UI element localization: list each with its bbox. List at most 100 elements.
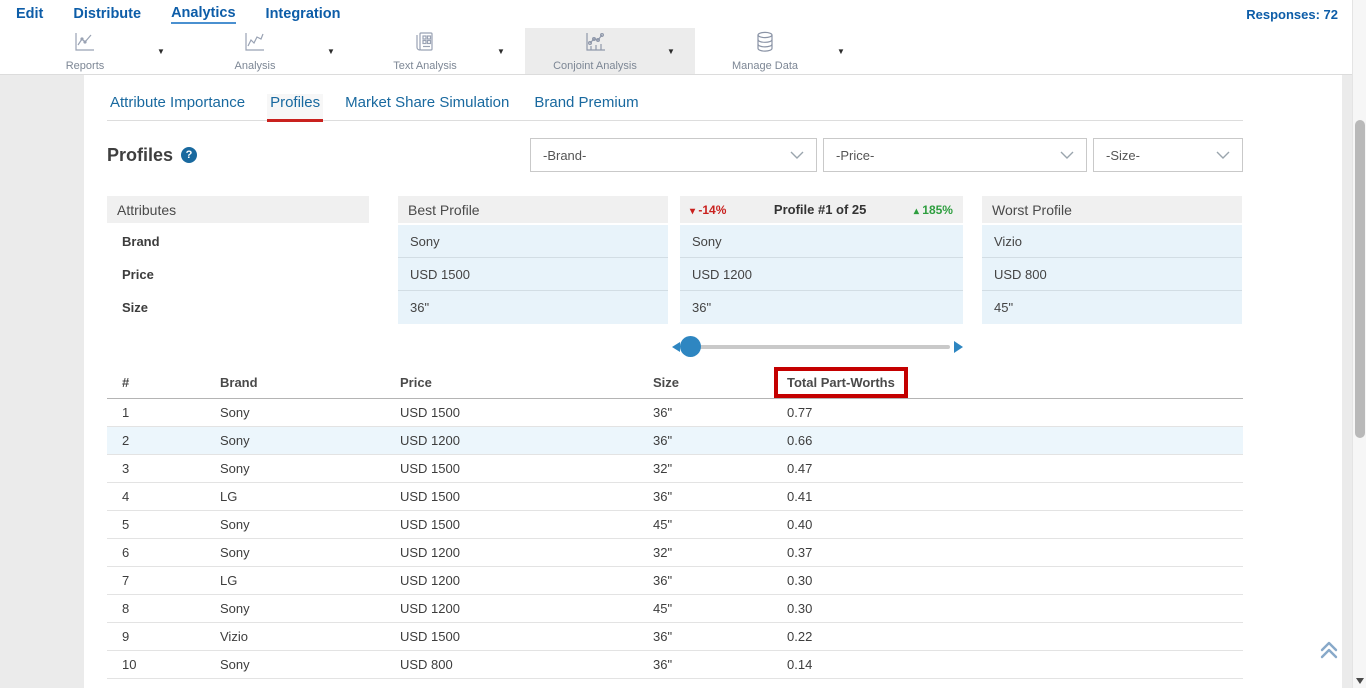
price-dropdown[interactable]: -Price-	[823, 138, 1087, 172]
table-cell: 0.37	[772, 538, 1243, 566]
tab-attribute-importance[interactable]: Attribute Importance	[107, 94, 248, 120]
double-chevron-up-icon	[1318, 639, 1340, 661]
page-header: Profiles ? -Brand- -Price- -Size-	[107, 138, 1243, 172]
table-cell: Sony	[205, 426, 385, 454]
table-row[interactable]: 1SonyUSD 150036"0.77	[107, 398, 1243, 426]
conjoint-tabs: Attribute Importance Profiles Market Sha…	[107, 75, 1243, 121]
table-cell: 0.30	[772, 566, 1243, 594]
table-cell: 2	[107, 426, 205, 454]
nav-item-edit[interactable]: Edit	[16, 6, 43, 23]
table-cell: 7	[107, 566, 205, 594]
profile-comparison: Attributes Brand Price Size Best Profile…	[107, 196, 1243, 324]
table-row[interactable]: 6SonyUSD 120032"0.37	[107, 538, 1243, 566]
scrollbar-down-arrow-icon[interactable]	[1356, 678, 1364, 684]
document-grid-icon	[413, 30, 437, 59]
tab-market-share-simulation[interactable]: Market Share Simulation	[342, 94, 512, 120]
table-row[interactable]: 8SonyUSD 120045"0.30	[107, 594, 1243, 622]
current-profile-size: 36"	[680, 291, 963, 324]
table-row[interactable]: 4LGUSD 150036"0.41	[107, 482, 1243, 510]
caret-down-icon[interactable]: ▼	[837, 47, 845, 56]
worst-profile-column: Worst Profile Vizio USD 800 45"	[982, 196, 1242, 324]
toolbar-item-label: Analysis	[235, 60, 276, 72]
part-worths-table: # Brand Price Size Total Part-Worths 1So…	[107, 368, 1243, 688]
table-cell: 9	[107, 622, 205, 650]
toolbar-item-analysis[interactable]: Analysis ▼	[185, 28, 355, 74]
worst-profile-size: 45"	[982, 291, 1242, 324]
caret-down-icon[interactable]: ▼	[327, 47, 335, 56]
help-icon[interactable]: ?	[181, 147, 197, 163]
scroll-to-top-button[interactable]	[1318, 639, 1340, 666]
table-cell: 0.30	[772, 594, 1243, 622]
table-header-row: # Brand Price Size Total Part-Worths	[107, 368, 1243, 398]
scatter-chart-icon	[582, 30, 608, 59]
slider-next-icon[interactable]	[954, 341, 963, 353]
caret-down-icon[interactable]: ▼	[157, 47, 165, 56]
table-cell: LG	[205, 678, 385, 688]
table-row[interactable]: 2SonyUSD 120036"0.66	[107, 426, 1243, 454]
worst-profile-brand: Vizio	[982, 225, 1242, 258]
nav-item-analytics[interactable]: Analytics	[171, 5, 235, 24]
brand-dropdown-value: -Brand-	[543, 148, 586, 163]
column-header-price: Price	[385, 368, 638, 398]
table-cell: Sony	[205, 594, 385, 622]
table-cell: LG	[205, 482, 385, 510]
table-row[interactable]: 10SonyUSD 80036"0.14	[107, 650, 1243, 678]
nav-item-distribute[interactable]: Distribute	[73, 6, 141, 23]
table-cell: USD 1500	[385, 510, 638, 538]
column-header-brand: Brand	[205, 368, 385, 398]
table-row[interactable]: 5SonyUSD 150045"0.40	[107, 510, 1243, 538]
table-cell: 11	[107, 678, 205, 688]
decrease-percent: ▾ -14%	[690, 203, 726, 217]
table-cell: Sony	[205, 398, 385, 426]
table-cell: 32"	[638, 678, 772, 688]
nav-item-integration[interactable]: Integration	[266, 6, 341, 23]
caret-down-icon[interactable]: ▼	[667, 47, 675, 56]
table-row[interactable]: 3SonyUSD 150032"0.47	[107, 454, 1243, 482]
table-cell: 36"	[638, 622, 772, 650]
size-dropdown[interactable]: -Size-	[1093, 138, 1243, 172]
table-cell: 0.12	[772, 678, 1243, 688]
table-cell: LG	[205, 566, 385, 594]
table-cell: 6	[107, 538, 205, 566]
table-row[interactable]: 9VizioUSD 150036"0.22	[107, 622, 1243, 650]
tab-brand-premium[interactable]: Brand Premium	[531, 94, 641, 120]
brand-dropdown[interactable]: -Brand-	[530, 138, 817, 172]
page-title: Profiles	[107, 145, 173, 166]
toolbar-item-conjoint-analysis[interactable]: Conjoint Analysis ▼	[525, 28, 695, 74]
table-cell: USD 1200	[385, 566, 638, 594]
chevron-down-icon	[1060, 151, 1074, 159]
caret-down-icon[interactable]: ▼	[497, 47, 505, 56]
red-highlight-box: Total Part-Worths	[774, 367, 908, 398]
slider-handle[interactable]	[680, 336, 701, 357]
slider-prev-icon[interactable]	[672, 342, 680, 352]
best-profile-price: USD 1500	[398, 258, 668, 291]
toolbar-item-text-analysis[interactable]: Text Analysis ▼	[355, 28, 525, 74]
price-dropdown-value: -Price-	[836, 148, 874, 163]
current-profile-title: Profile #1 of 25	[774, 202, 866, 217]
table-cell: USD 1500	[385, 482, 638, 510]
profiles-table-body: 1SonyUSD 150036"0.772SonyUSD 120036"0.66…	[107, 398, 1243, 688]
toolbar-item-manage-data[interactable]: Manage Data ▼	[695, 28, 865, 74]
table-row[interactable]: 7LGUSD 120036"0.30	[107, 566, 1243, 594]
database-icon	[753, 30, 777, 59]
table-cell: Sony	[205, 650, 385, 678]
table-row[interactable]: 11LGUSD 150032"0.12	[107, 678, 1243, 688]
column-header-number: #	[107, 368, 205, 398]
vertical-scrollbar[interactable]	[1352, 0, 1366, 688]
table-cell: 32"	[638, 454, 772, 482]
table-cell: 0.41	[772, 482, 1243, 510]
chevron-down-icon	[790, 151, 804, 159]
profile-slider	[680, 332, 963, 362]
best-profile-size: 36"	[398, 291, 668, 324]
toolbar-item-reports[interactable]: Reports ▼	[15, 28, 185, 74]
slider-track[interactable]	[690, 345, 950, 349]
table-cell: 0.66	[772, 426, 1243, 454]
scrollbar-thumb[interactable]	[1355, 120, 1365, 438]
table-cell: 8	[107, 594, 205, 622]
table-cell: 36"	[638, 482, 772, 510]
responses-count[interactable]: Responses: 72	[1246, 7, 1338, 22]
best-profile-header: Best Profile	[398, 196, 668, 223]
table-cell: Sony	[205, 538, 385, 566]
tab-profiles[interactable]: Profiles	[267, 94, 323, 122]
trend-chart-icon	[242, 30, 268, 59]
